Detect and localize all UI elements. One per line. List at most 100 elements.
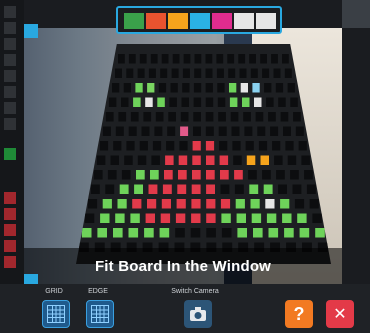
board-hole — [126, 68, 134, 78]
board-peg — [144, 228, 154, 238]
rail-cell — [4, 240, 16, 252]
palette-swatch-blue[interactable] — [190, 13, 210, 29]
board-hole — [272, 141, 281, 151]
app: Fit Board In the Window GRID EDGE Switch… — [0, 0, 370, 333]
board-hole — [150, 54, 158, 64]
board-hole — [115, 126, 124, 136]
board-hole — [84, 213, 95, 223]
board-hole — [218, 112, 226, 122]
color-palette[interactable] — [116, 6, 282, 34]
board-peg — [119, 184, 129, 194]
board-peg — [178, 155, 188, 165]
board-hole — [287, 155, 297, 165]
board-hole — [128, 126, 137, 136]
board-hole — [87, 199, 98, 209]
palette-swatch-red[interactable] — [146, 13, 166, 29]
viewport-corner-top-left — [24, 24, 38, 38]
edge-button[interactable] — [86, 300, 114, 328]
switch-camera-button[interactable] — [184, 300, 212, 328]
board-hole — [282, 54, 289, 64]
board-peg — [263, 184, 273, 194]
board-peg — [130, 213, 140, 223]
board-peg — [206, 199, 216, 209]
board-pixel-grid — [78, 54, 328, 252]
board-peg — [165, 155, 174, 165]
board-hole — [118, 112, 127, 122]
palette-swatch-white[interactable] — [256, 13, 276, 29]
board-hole — [230, 112, 239, 122]
board-peg — [191, 184, 201, 194]
board-peg — [252, 83, 260, 93]
board-hole — [309, 199, 319, 209]
board-hole — [205, 97, 214, 107]
board-hole — [217, 83, 225, 93]
board-peg — [161, 199, 171, 209]
board-hole — [301, 155, 310, 165]
board-peg — [220, 199, 231, 209]
board-hole — [290, 170, 299, 180]
board-hole — [205, 112, 214, 122]
board-hole — [179, 141, 188, 151]
board-hole — [167, 126, 176, 136]
board-peg — [206, 184, 215, 194]
board-peg — [148, 184, 158, 194]
board-hole — [238, 54, 246, 64]
rail-cell — [4, 102, 16, 114]
board-peg — [192, 170, 201, 180]
board-hole — [260, 54, 267, 64]
board-hole — [168, 112, 176, 122]
board-peg — [97, 228, 107, 238]
board-hole — [275, 83, 284, 93]
board-hole — [96, 155, 106, 165]
board-hole — [292, 184, 302, 194]
board-hole — [137, 68, 145, 78]
board-peg — [284, 228, 294, 238]
palette-swatch-green[interactable] — [124, 13, 144, 29]
close-button[interactable]: ✕ — [326, 300, 354, 328]
game-board — [76, 44, 331, 264]
palette-swatch-pink[interactable] — [212, 13, 232, 29]
board-hole — [105, 184, 115, 194]
board-hole — [278, 97, 286, 107]
board-hole — [161, 54, 169, 64]
board-hole — [193, 83, 202, 93]
board-peg — [177, 184, 187, 194]
board-hole — [298, 141, 307, 151]
rail-cell — [4, 86, 16, 98]
board-hole — [294, 199, 305, 209]
board-peg — [280, 199, 290, 209]
board-hole — [264, 83, 272, 93]
board-hole — [232, 141, 241, 151]
palette-swatch-white[interactable] — [234, 13, 254, 29]
grid-button[interactable] — [42, 300, 70, 328]
rail-cell — [4, 38, 16, 50]
board-hole — [273, 68, 281, 78]
board-peg — [81, 228, 92, 238]
board-hole — [205, 126, 214, 136]
palette-swatch-orange[interactable] — [168, 13, 188, 29]
board-hole — [216, 54, 224, 64]
board-peg — [150, 170, 159, 180]
board-hole — [112, 83, 120, 93]
board-hole — [262, 68, 270, 78]
board-hole — [183, 54, 191, 64]
board-hole — [126, 141, 135, 151]
help-button[interactable]: ? — [285, 300, 313, 328]
board-hole — [172, 54, 180, 64]
board-hole — [169, 97, 177, 107]
board-peg — [246, 155, 256, 165]
board-peg — [236, 213, 246, 223]
board-hole — [182, 68, 190, 78]
board-hole — [166, 141, 175, 151]
board-hole — [118, 54, 125, 64]
board-hole — [141, 126, 150, 136]
board-peg — [134, 184, 143, 194]
camera-viewport: Fit Board In the Window — [24, 28, 342, 284]
board-peg — [135, 83, 143, 93]
instruction-banner: Fit Board In the Window — [24, 248, 342, 284]
board-hole — [205, 83, 213, 93]
board-hole — [190, 228, 201, 238]
board-hole — [113, 141, 122, 151]
board-hole — [276, 170, 285, 180]
board-peg — [282, 213, 292, 223]
